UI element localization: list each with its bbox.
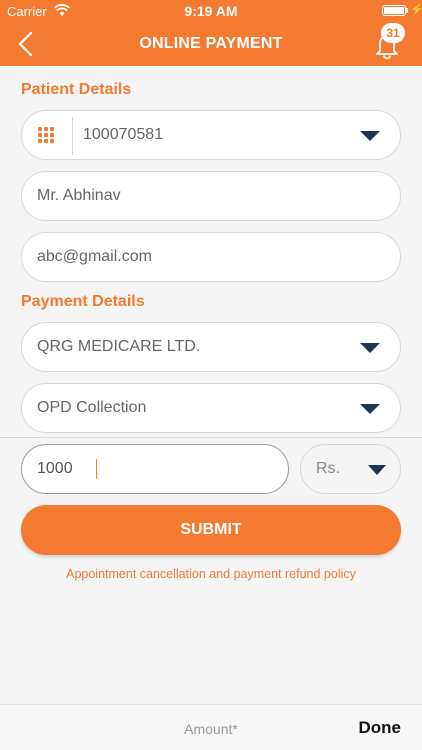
- refund-policy-link[interactable]: Appointment cancellation and payment ref…: [0, 567, 422, 581]
- text-cursor: [96, 459, 97, 479]
- amount-value: 1000: [37, 460, 73, 477]
- submit-button[interactable]: SUBMIT: [21, 505, 401, 555]
- done-button[interactable]: Done: [359, 718, 402, 738]
- notification-badge[interactable]: 31: [381, 23, 405, 43]
- keyboard-accessory-bar: Amount* Done: [0, 704, 422, 750]
- field-divider: [72, 117, 73, 155]
- payment-details-heading: Payment Details: [21, 293, 145, 310]
- patient-name-field[interactable]: Mr. Abhinav: [21, 171, 401, 221]
- payment-type-value: OPD Collection: [37, 399, 147, 416]
- patient-name-value: Mr. Abhinav: [37, 187, 121, 204]
- battery-icon: [382, 5, 406, 16]
- amount-input[interactable]: 1000: [21, 444, 289, 494]
- patient-id-dropdown[interactable]: 100070581: [21, 110, 401, 160]
- chevron-down-icon: [360, 343, 380, 353]
- page-title: ONLINE PAYMENT: [139, 35, 283, 52]
- charging-icon: ⚡: [410, 4, 422, 16]
- payment-type-dropdown[interactable]: OPD Collection: [21, 383, 401, 433]
- section-separator: [0, 437, 422, 438]
- company-dropdown[interactable]: QRG MEDICARE LTD.: [21, 322, 401, 372]
- patient-id-value: 100070581: [83, 126, 164, 143]
- chevron-down-icon: [360, 404, 380, 414]
- status-bar: Carrier 9:19 AM ⚡: [0, 0, 422, 22]
- email-field[interactable]: abc@gmail.com: [21, 232, 401, 282]
- currency-dropdown[interactable]: Rs.: [300, 444, 401, 494]
- patient-details-heading: Patient Details: [21, 81, 132, 98]
- header-bar: Carrier 9:19 AM ⚡ ONLINE PAYMENT 31: [0, 0, 422, 66]
- chevron-down-icon: [360, 131, 380, 141]
- status-time: 9:19 AM: [184, 3, 238, 19]
- chevron-down-icon: [368, 465, 386, 475]
- battery-tip: [406, 8, 408, 13]
- email-value: abc@gmail.com: [37, 248, 152, 265]
- company-value: QRG MEDICARE LTD.: [37, 338, 201, 355]
- keypad-icon: [38, 127, 56, 145]
- currency-value: Rs.: [316, 460, 340, 477]
